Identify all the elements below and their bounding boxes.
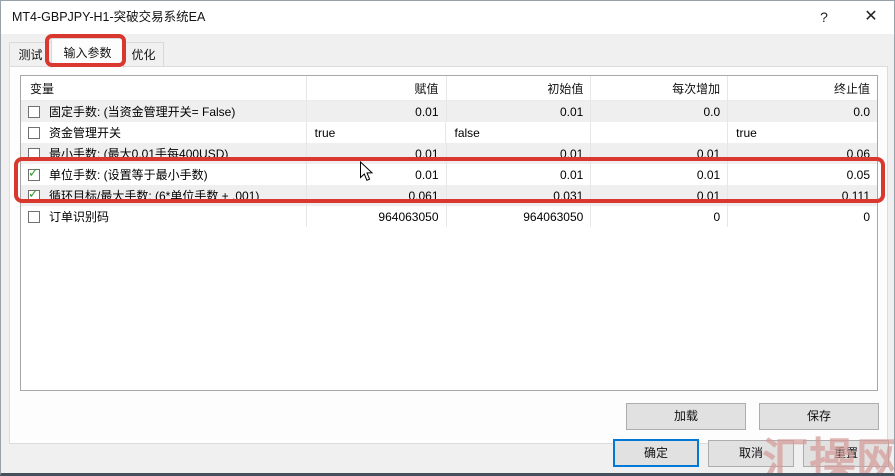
table-row[interactable]: ✓ 循环目标/最大手数: (6*单位手数 + .001) 0.0610.0310.0… [21,185,877,206]
help-icon[interactable]: ? [804,1,844,33]
variable-cell: ✓ 循环目标/最大手数: (6*单位手数 + .001) [21,185,307,206]
table-row[interactable]: 最小手数: (最大0.01手每400USD)0.010.010.010.06 [21,143,877,164]
value-cell[interactable]: 964063050 [307,206,447,227]
value-cell[interactable]: 964063050 [447,206,592,227]
value-cell[interactable]: false [446,122,591,143]
table-row[interactable]: 订单识别码96406305096406305000 [21,206,877,227]
variable-label: 单位手数: (设置等于最小手数) [49,166,208,183]
load-button[interactable]: 加载 [626,403,746,430]
checkmark-icon: ✓ [28,166,39,180]
value-cell[interactable]: 0 [591,206,728,227]
row-checkbox[interactable]: ✓ [28,169,40,181]
tab-optimization[interactable]: 优化 [123,42,164,67]
parameters-table: 变量赋值初始值每次增加终止值 固定手数: (当资金管理开关= False) 0.0… [20,75,878,391]
variable-cell: 固定手数: (当资金管理开关= False) [21,101,307,122]
table-row[interactable]: 固定手数: (当资金管理开关= False)0.010.010.00.0 [21,101,877,122]
table-header: 变量赋值初始值每次增加终止值 [21,76,877,101]
column-header[interactable]: 终止值 [728,76,877,100]
row-checkbox[interactable] [28,106,40,118]
value-cell[interactable] [591,122,728,143]
value-cell[interactable]: 0.0 [728,101,877,122]
value-cell[interactable]: 0.06 [728,143,877,164]
value-cell[interactable]: 0.01 [447,164,592,185]
title-bar: MT4-GBPJPY-H1-突破交易系统EA ? ✕ [1,1,894,34]
cancel-button[interactable]: 取消 [708,440,794,467]
value-cell[interactable]: true [728,122,877,143]
checkmark-icon: ✓ [28,187,39,201]
variable-label: 订单识别码 [49,208,109,225]
row-checkbox[interactable] [28,148,40,160]
close-icon[interactable]: ✕ [849,1,893,33]
ea-properties-dialog: MT4-GBPJPY-H1-突破交易系统EA ? ✕ 测试 输入参数 优化 变量… [0,0,895,476]
value-cell[interactable]: 0 [728,206,877,227]
column-header[interactable]: 每次增加 [591,76,728,100]
row-checkbox[interactable] [28,127,40,139]
tab-input-parameters[interactable]: 输入参数 [51,38,124,68]
value-cell[interactable]: 0.061 [307,185,447,206]
row-checkbox[interactable]: ✓ [28,190,40,202]
value-cell[interactable]: 0.01 [591,185,728,206]
table-body: 固定手数: (当资金管理开关= False)0.010.010.00.0资金管理… [21,101,877,227]
reset-button[interactable]: 重置 [803,440,889,467]
value-cell[interactable]: 0.01 [591,164,728,185]
variable-label: 循环目标/最大手数: (6*单位手数 + .001) [49,187,259,204]
variable-cell: 订单识别码 [21,206,307,227]
variable-label: 固定手数: (当资金管理开关= False) [49,103,235,120]
value-cell[interactable]: 0.031 [447,185,592,206]
tab-test[interactable]: 测试 [9,42,52,67]
value-cell[interactable]: 0.05 [728,164,877,185]
variable-cell: 最小手数: (最大0.01手每400USD) [21,143,307,164]
variable-cell: 资金管理开关 [21,122,307,143]
value-cell[interactable]: 0.01 [447,101,592,122]
window-title: MT4-GBPJPY-H1-突破交易系统EA [12,1,205,33]
value-cell[interactable]: 0.111 [728,185,877,206]
column-header[interactable]: 赋值 [307,76,447,100]
save-button[interactable]: 保存 [759,403,879,430]
table-row[interactable]: ✓单位手数: (设置等于最小手数)0.010.010.010.05 [21,164,877,185]
table-row[interactable]: 资金管理开关truefalsetrue [21,122,877,143]
value-cell[interactable]: 0.01 [307,143,447,164]
value-cell[interactable]: 0.01 [591,143,728,164]
column-header[interactable]: 初始值 [447,76,592,100]
value-cell[interactable]: 0.01 [307,164,447,185]
value-cell[interactable]: 0.0 [591,101,728,122]
value-cell[interactable]: 0.01 [447,143,592,164]
ok-button[interactable]: 确定 [613,439,699,467]
value-cell[interactable]: true [307,122,447,143]
column-header[interactable]: 变量 [21,76,307,100]
variable-label: 资金管理开关 [49,124,121,141]
row-checkbox[interactable] [28,211,40,223]
value-cell[interactable]: 0.01 [307,101,447,122]
variable-label: 最小手数: (最大0.01手每400USD) [49,145,228,162]
variable-cell: ✓ 单位手数: (设置等于最小手数) [21,164,307,185]
